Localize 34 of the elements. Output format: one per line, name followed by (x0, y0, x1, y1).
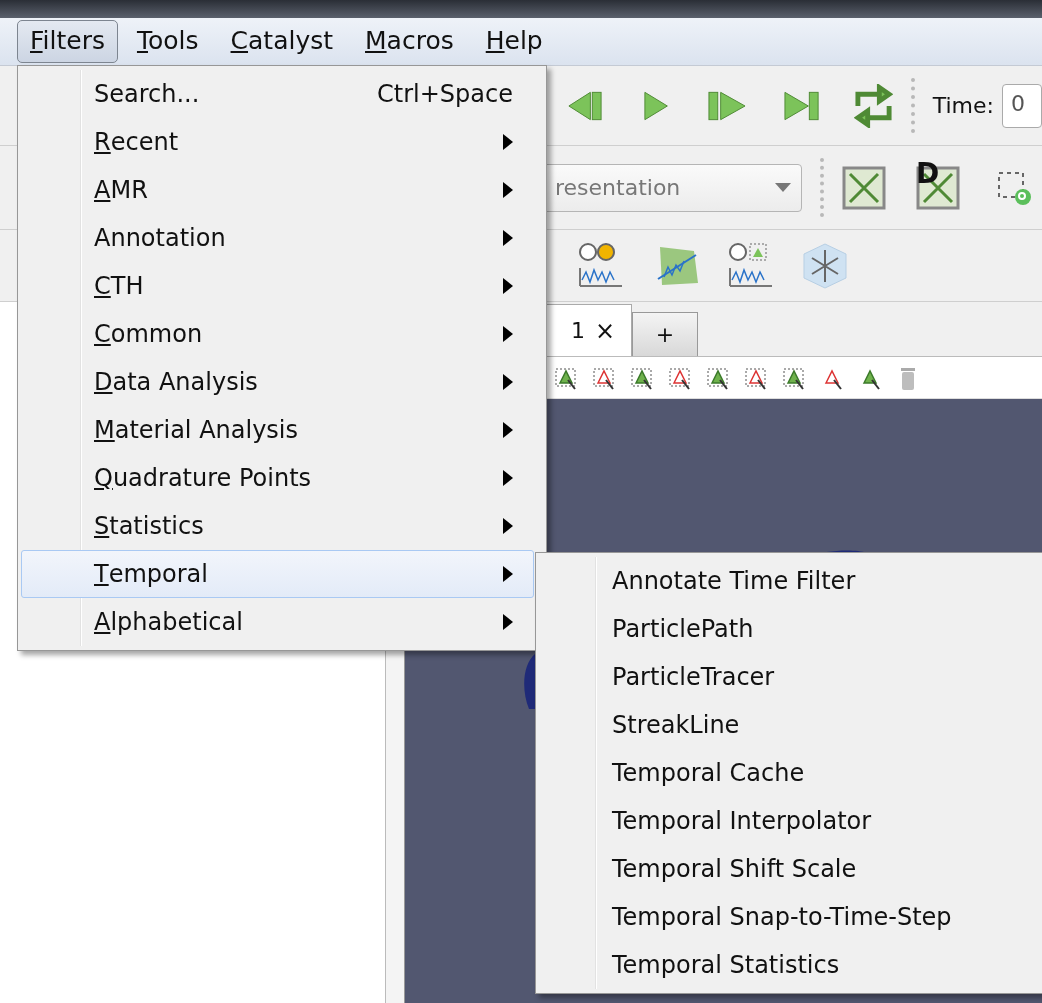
zoom-to-box-icon[interactable] (996, 169, 1032, 206)
menu-item[interactable]: ParticlePath (539, 605, 1039, 653)
menu-item[interactable]: Annotate Time Filter (539, 557, 1039, 605)
menu-item[interactable]: Annotation (21, 214, 534, 262)
menu-item[interactable]: StreakLine (539, 701, 1039, 749)
dropdown-arrow-icon (775, 183, 791, 192)
menu-item[interactable]: Temporal Interpolator (539, 797, 1039, 845)
shortcut-label: Ctrl+Space (377, 80, 513, 108)
menu-item[interactable]: Temporal Shift Scale (539, 845, 1039, 893)
menu-item[interactable]: Alphabetical (21, 598, 534, 646)
menu-bar-item[interactable]: Macros (352, 20, 467, 63)
loop-icon[interactable] (853, 83, 893, 128)
menu-item[interactable]: Search... Ctrl+Space (21, 70, 534, 118)
menu-item[interactable]: Temporal (21, 550, 534, 598)
time-field[interactable]: 0 (1002, 83, 1042, 128)
menu-item[interactable]: Recent (21, 118, 534, 166)
time-label: Time: (932, 93, 994, 118)
view-tab[interactable]: + (632, 312, 698, 356)
camera-badge-label: D (916, 159, 940, 188)
menu-item[interactable]: Temporal Snap-to-Time-Step (539, 893, 1039, 941)
menu-bar-item[interactable]: Filters (17, 20, 118, 63)
menu-item[interactable]: AMR (21, 166, 534, 214)
menu-bar-item[interactable]: Tools (123, 20, 212, 63)
menu-item[interactable]: Quadrature Points (21, 454, 534, 502)
close-tab-button[interactable]: × (594, 316, 615, 345)
menu-item[interactable]: ParticleTracer (539, 653, 1039, 701)
menu-item[interactable]: Statistics (21, 502, 534, 550)
cube-icon[interactable] (802, 241, 848, 290)
menu-item[interactable]: Temporal Cache (539, 749, 1039, 797)
menu-item[interactable]: Material Analysis (21, 406, 534, 454)
menu-item[interactable]: Temporal Statistics (539, 941, 1039, 989)
menu-item[interactable]: Data Analysis (21, 358, 534, 406)
menu-bar-item[interactable]: Catalyst (217, 20, 347, 63)
menu-bar-item[interactable]: Help (472, 20, 556, 63)
